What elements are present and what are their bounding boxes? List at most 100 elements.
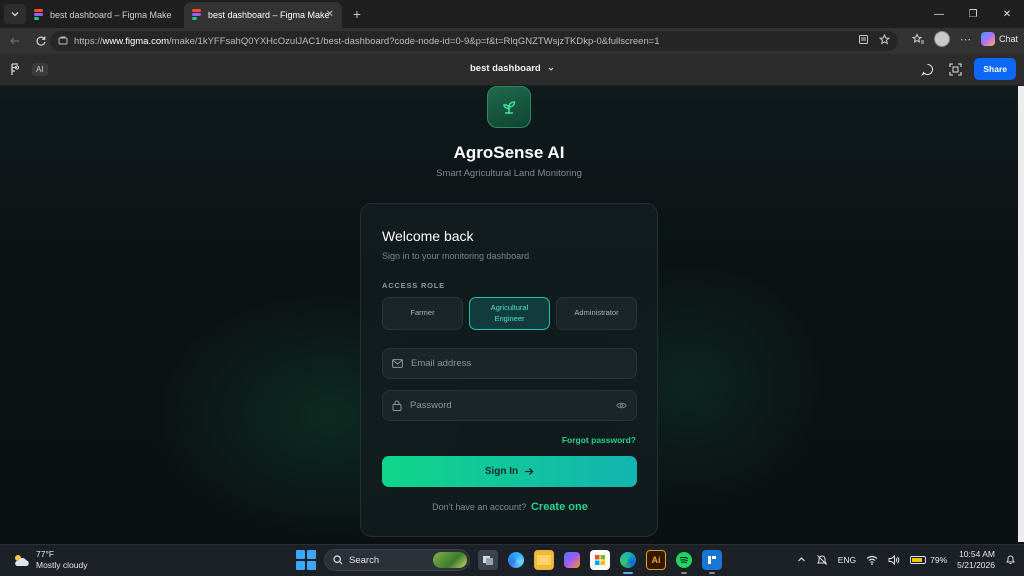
tab-title: best dashboard – Figma Make (50, 10, 172, 20)
notifications-off-icon[interactable] (816, 554, 828, 566)
role-option-farmer[interactable]: Farmer (382, 297, 463, 330)
password-input[interactable] (410, 400, 610, 411)
volume-icon[interactable] (888, 554, 900, 565)
new-tab-button[interactable]: + (348, 6, 366, 22)
url-actions (858, 34, 890, 45)
refresh-button[interactable] (30, 30, 52, 52)
browser-toolbar-right: ⋯ Chat (911, 31, 1018, 47)
ai-badge[interactable]: AI (32, 63, 48, 76)
copilot-label: Chat (998, 34, 1018, 44)
browser-tab-2[interactable]: best dashboard – Figma Make ✕ (184, 2, 342, 28)
browser-tab-strip: best dashboard – Figma Make best dashboa… (0, 0, 1024, 28)
share-button[interactable]: Share (974, 58, 1016, 80)
spotify-icon[interactable] (674, 550, 694, 574)
tab-title: best dashboard – Figma Make (208, 10, 330, 20)
close-tab-icon[interactable]: ✕ (326, 9, 334, 20)
system-tray: ENG 79% 10:54 AM 5/21/2026 (797, 549, 1016, 570)
sign-in-button[interactable]: Sign In (382, 456, 637, 487)
close-window-icon[interactable]: ✕ (990, 0, 1024, 28)
arrow-right-icon (525, 468, 534, 475)
email-field[interactable] (382, 348, 637, 379)
maximize-icon[interactable]: ❐ (956, 0, 990, 28)
chevron-down-icon (11, 12, 19, 17)
microsoft-365-icon[interactable] (562, 550, 582, 570)
favorite-star-icon[interactable] (879, 34, 890, 45)
figma-logo-icon[interactable] (10, 62, 22, 77)
lock-icon (392, 400, 402, 411)
sprout-icon (503, 101, 516, 114)
back-button[interactable] (4, 30, 26, 52)
arrow-left-icon (10, 37, 19, 45)
clock[interactable]: 10:54 AM 5/21/2026 (957, 549, 995, 570)
language-indicator[interactable]: ENG (838, 555, 856, 565)
copilot-icon (980, 32, 995, 46)
no-account-text: Don't have an account? (432, 502, 527, 512)
chevron-up-icon[interactable] (797, 555, 806, 564)
copilot-app-icon[interactable] (506, 550, 526, 570)
clock-date: 5/21/2026 (957, 559, 995, 570)
battery-icon (910, 555, 927, 564)
clock-time: 10:54 AM (959, 549, 995, 559)
figma-favicon-icon (192, 9, 202, 21)
refresh-icon (36, 36, 46, 46)
more-options-icon[interactable]: ⋯ (960, 33, 971, 46)
app-canvas: AgroSense AI Smart Agricultural Land Mon… (0, 86, 1018, 542)
chevron-down-icon (548, 67, 554, 71)
create-account-link[interactable]: Create one (531, 501, 588, 513)
reading-view-icon[interactable] (858, 34, 869, 45)
copilot-chat-button[interactable]: Chat (980, 32, 1018, 46)
task-view-icon[interactable] (478, 550, 498, 570)
comment-button[interactable] (918, 60, 936, 78)
url-field[interactable]: https://www.figma.com/make/1kYFFsahQ0YXH… (50, 31, 898, 51)
sign-in-label: Sign In (484, 466, 519, 477)
site-info-icon[interactable] (58, 36, 68, 46)
windows-start-icon[interactable] (296, 550, 316, 570)
weather-temp: 77°F (36, 549, 55, 559)
favorites-icon[interactable] (911, 33, 924, 45)
address-bar-row: https://www.figma.com/make/1kYFFsahQ0YXH… (0, 28, 1024, 54)
weather-text: 77°F Mostly cloudy (36, 549, 88, 570)
cloud-sun-icon (15, 554, 29, 566)
app-logo-tile (487, 86, 531, 128)
eye-icon[interactable] (616, 401, 627, 410)
role-option-label: Agricultural Engineer (490, 303, 529, 323)
role-option-agricultural-engineer[interactable]: Agricultural Engineer (469, 297, 550, 330)
browser-tab-1[interactable]: best dashboard – Figma Make (26, 2, 184, 28)
weather-widget[interactable]: 77°F Mostly cloudy (12, 549, 88, 570)
email-input[interactable] (411, 358, 611, 369)
profile-avatar[interactable] (933, 31, 950, 47)
wifi-icon[interactable] (866, 555, 878, 565)
role-option-administrator[interactable]: Administrator (556, 297, 637, 330)
microsoft-store-icon[interactable] (590, 550, 610, 570)
illustrator-icon[interactable]: Ai (646, 550, 666, 570)
taskbar-app-icon[interactable] (702, 550, 722, 574)
battery-indicator[interactable]: 79% (910, 555, 947, 565)
file-explorer-icon[interactable] (534, 550, 554, 570)
search-icon (333, 555, 343, 565)
inspect-button[interactable] (946, 60, 964, 78)
battery-percent: 79% (930, 554, 948, 565)
file-title-menu[interactable]: best dashboard (470, 63, 555, 74)
edge-browser-icon[interactable] (618, 550, 638, 574)
weather-description: Mostly cloudy (36, 559, 88, 570)
url-text: https://www.figma.com/make/1kYFFsahQ0YXH… (74, 36, 854, 47)
forgot-password-link[interactable]: Forgot password? (562, 435, 636, 445)
search-label: Search (349, 554, 380, 566)
url-scheme: https:// (74, 35, 103, 47)
file-title: best dashboard (470, 63, 541, 74)
windows-taskbar: 77°F Mostly cloudy Search Ai ENG 79% 10:… (0, 544, 1024, 576)
taskbar-apps: Search Ai (296, 549, 722, 574)
comment-bubble-icon (920, 63, 933, 76)
tab-actions-menu-button[interactable] (4, 4, 26, 24)
access-role-label: ACCESS ROLE (382, 281, 445, 290)
url-path: /make/1kYFFsahQ0YXHcOzulJAC1/best-dashbo… (169, 35, 660, 47)
page-scrollbar[interactable] (1018, 86, 1024, 542)
password-field[interactable] (382, 390, 637, 421)
minimize-icon[interactable]: — (922, 0, 956, 28)
app-tagline: Smart Agricultural Land Monitoring (436, 168, 582, 179)
notification-center-icon[interactable] (1005, 554, 1016, 565)
window-controls: — ❐ ✕ (922, 0, 1024, 28)
taskbar-search[interactable]: Search (324, 549, 470, 571)
url-host: www.figma.com (102, 35, 170, 47)
login-card: Welcome back Sign in to your monitoring … (360, 203, 658, 537)
